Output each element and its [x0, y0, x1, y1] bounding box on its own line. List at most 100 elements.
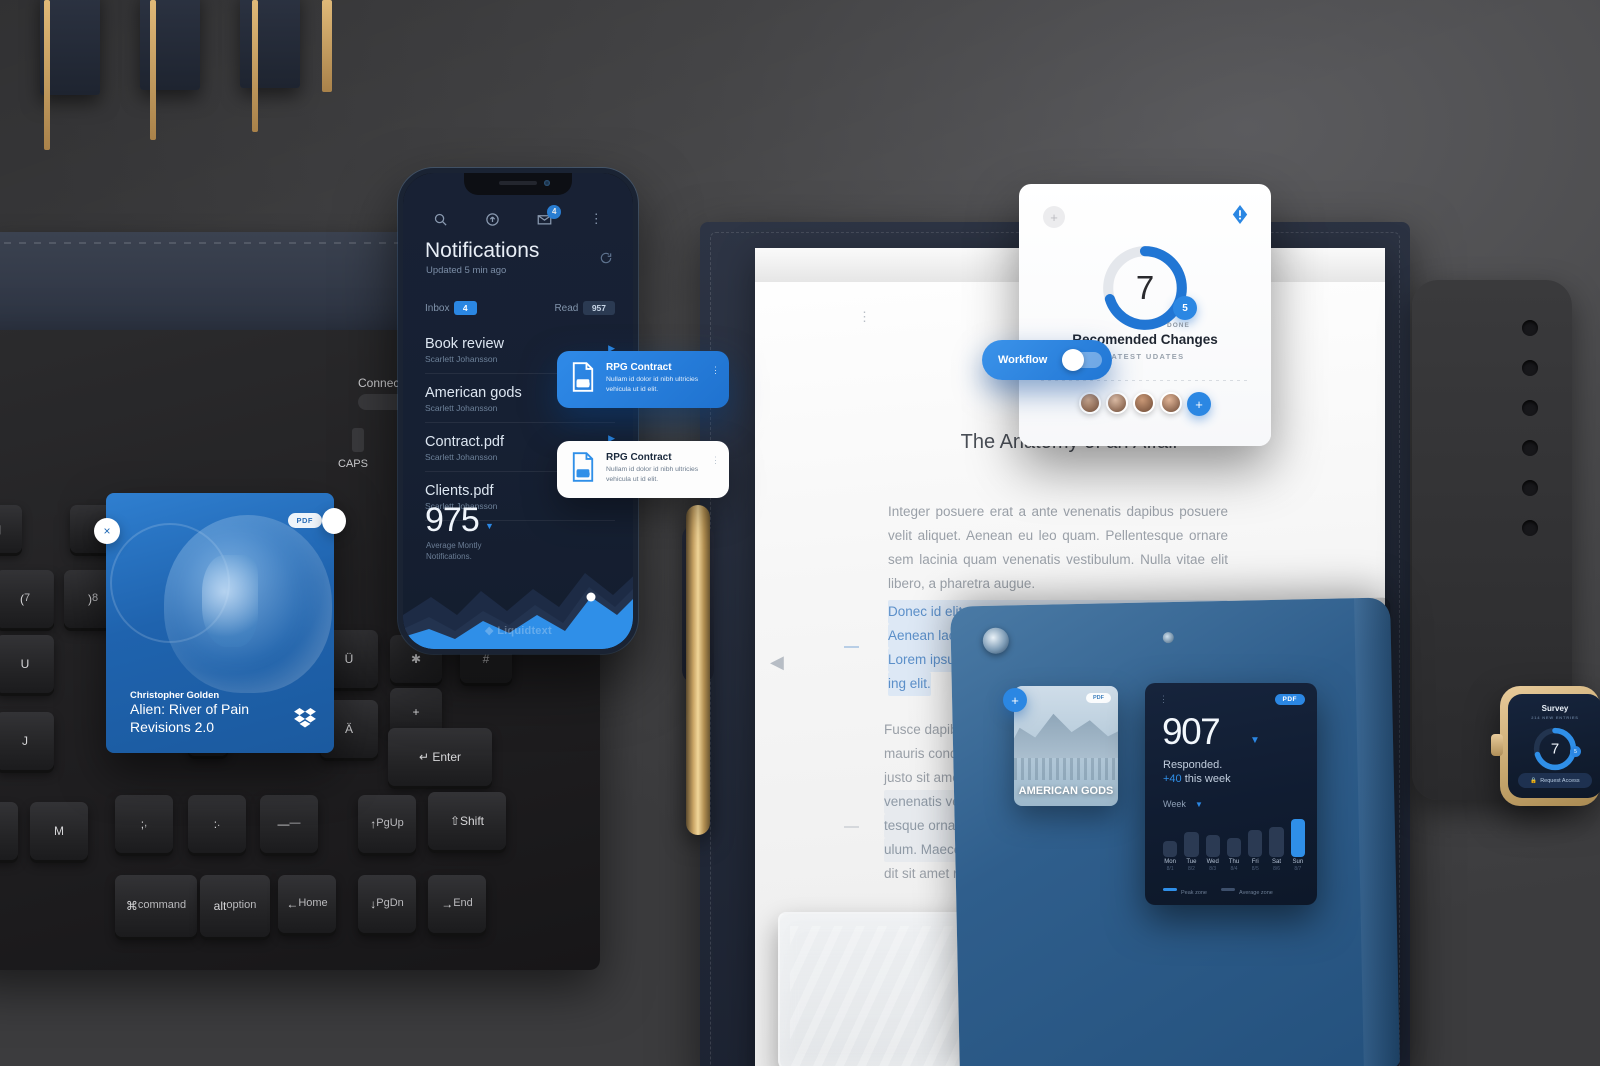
x-tick: Fri 8/5 [1248, 859, 1262, 872]
more-icon[interactable]: ⋮ [590, 212, 603, 226]
avatar[interactable] [1133, 392, 1155, 414]
keyboard-key[interactable]: :. [188, 795, 246, 853]
binder-clip-arm-2 [150, 0, 156, 140]
mountain-image [1014, 713, 1118, 758]
x-tick-label: Sun [1292, 859, 1304, 865]
add-document-button[interactable]: + [1003, 688, 1027, 712]
dropbox-icon [294, 708, 316, 733]
page-prev-arrow[interactable]: ◀ [770, 652, 784, 673]
key-sublabel: . [217, 817, 221, 830]
x-tick: Wed 8/3 [1206, 859, 1220, 872]
keyboard-key[interactable]: ↑ PgUp [358, 795, 416, 853]
keyboard-key[interactable]: ↵ Enter [388, 728, 492, 786]
smartwatch-device[interactable]: Survey 214 NEW ENTRIES 7 5 🔒 Request Acc… [1491, 686, 1600, 806]
bar-chart-legend: Peak zone Average zone [1163, 881, 1305, 899]
request-access-button[interactable]: 🔒 Request Access [1518, 773, 1592, 788]
x-tick-sublabel: 8/1 [1166, 866, 1174, 872]
lock-icon: 🔒 [1530, 777, 1538, 784]
x-tick-sublabel: 8/7 [1294, 866, 1302, 872]
phone-toolbar: 4 ⋮ [403, 204, 633, 233]
page-drag-handle[interactable]: ⋮ [858, 310, 871, 324]
watch-subtitle: 214 NEW ENTRIES [1531, 715, 1579, 720]
keyboard-key[interactable]: ← Home [278, 875, 336, 933]
key-label: + [412, 704, 420, 719]
workflow-label: Workflow [998, 354, 1048, 366]
key-label: → [441, 896, 454, 911]
keyboard-key[interactable]: → End [428, 875, 486, 933]
more-vertical-icon[interactable]: ⋮ [711, 365, 720, 376]
alert-diamond-icon[interactable] [1231, 205, 1249, 229]
toggle-knob[interactable] [1062, 349, 1084, 371]
doc-card-title: RPG Contract [606, 362, 672, 373]
keyboard-key[interactable]: N [0, 802, 18, 860]
keyboard-key[interactable]: ⌘ command [115, 875, 197, 937]
earpiece-speaker [499, 181, 537, 185]
key-sublabel: command [137, 899, 187, 912]
doc-card-desc: Nullam id dolor id nibh ultricies vehicu… [606, 466, 699, 483]
keyboard-key[interactable]: (7 [0, 570, 54, 628]
keyboard-key[interactable]: — — [260, 795, 318, 853]
keyboard-key[interactable]: U [0, 635, 54, 693]
x-tick-label: Fri [1251, 859, 1259, 865]
search-icon[interactable] [433, 212, 448, 227]
avatar[interactable] [1106, 392, 1128, 414]
keyboard-key[interactable]: ;, [115, 795, 173, 853]
keyboard-key[interactable]: alt option [200, 875, 270, 937]
chevron-down-icon[interactable]: ▼ [1195, 800, 1203, 809]
mail-badge: 4 [547, 204, 562, 219]
keyboard-key[interactable]: J [0, 712, 54, 770]
tab-read[interactable]: Read 957 [554, 298, 615, 316]
upload-icon[interactable] [485, 212, 500, 227]
responded-stat-card[interactable]: ⋮ PDF 907 ▼ Responded. +40 this week Wee… [1145, 683, 1317, 905]
document-collapse-marker[interactable]: — [844, 818, 859, 835]
key-label: ✱ [410, 651, 422, 666]
keyboard-key[interactable]: ⇧Shift [428, 792, 506, 850]
key-sublabel: 7 [23, 592, 31, 605]
book-card-next-handle[interactable] [322, 508, 346, 534]
document-collapse-marker[interactable]: — [844, 638, 859, 655]
x-tick: Sat 8/6 [1269, 859, 1283, 872]
book-preview-card[interactable]: PDF Christopher Golden Alien: River of P… [106, 493, 334, 753]
key-sublabel: , [144, 817, 148, 830]
keyboard-key[interactable]: M [30, 802, 88, 860]
workflow-toggle[interactable]: Workflow [982, 340, 1112, 380]
american-gods-card[interactable]: PDF AMERICAN GODS [1014, 686, 1118, 806]
binder-clip-arm-3 [252, 0, 258, 132]
key-sublabel: 8 [91, 592, 99, 605]
bar-chart-x-axis: Mon 8/1 Tue 8/2 Wed 8/3 Thu 8/4 Fri 8/5 Sat 8/6 Sun 8… [1163, 859, 1305, 872]
keyboard-key[interactable]: ◀◀ [0, 505, 22, 553]
phone-screen: 4 ⋮ Notifications Updated 5 min ago Inbo… [403, 173, 633, 649]
svg-text:DOC: DOC [577, 472, 589, 478]
range-label[interactable]: Week [1163, 799, 1186, 809]
keyboard-key[interactable]: ↓ PgDn [358, 875, 416, 933]
add-member-button[interactable]: + [1187, 392, 1211, 416]
toggle-track[interactable] [1062, 349, 1102, 371]
mail-icon[interactable]: 4 [536, 204, 562, 227]
avatar[interactable] [1079, 392, 1101, 414]
more-vertical-icon[interactable]: ⋮ [1159, 694, 1168, 705]
watch-crown[interactable] [1491, 734, 1503, 756]
key-label: Ä [344, 721, 353, 736]
tab-inbox[interactable]: Inbox 4 [425, 298, 477, 316]
svg-text:DOC: DOC [577, 382, 589, 388]
more-vertical-icon[interactable]: ⋮ [711, 455, 720, 466]
list-item-title: Book review [425, 336, 504, 352]
bar [1290, 819, 1305, 857]
x-tick-label: Sat [1272, 859, 1282, 865]
astronaut-face-image [202, 555, 258, 647]
page-title: Notifications [425, 239, 540, 262]
document-body: Integer posuere erat a ante venenatis da… [888, 500, 1228, 596]
recommended-changes-card[interactable]: + 7 5 DONE Recomended Changes LATEST UDA… [1019, 184, 1271, 446]
close-icon[interactable]: × [94, 518, 120, 544]
avatar[interactable] [1160, 392, 1182, 414]
chevron-down-icon[interactable]: ▼ [1250, 735, 1260, 746]
bar [1248, 830, 1263, 857]
add-icon[interactable]: + [1043, 206, 1065, 228]
doc-card-rpg-contract[interactable]: DOC RPG Contract Nullam id dolor id nibh… [557, 441, 729, 498]
smartphone-device[interactable]: 4 ⋮ Notifications Updated 5 min ago Inbo… [398, 168, 638, 654]
doc-card-rpg-contract-active[interactable]: DOC RPG Contract Nullam id dolor id nibh… [557, 351, 729, 408]
bar [1163, 841, 1178, 857]
x-tick-sublabel: 8/6 [1273, 866, 1281, 872]
refresh-icon[interactable] [599, 251, 613, 270]
doc-card-desc: Nullam id dolor id nibh ultricies vehicu… [606, 376, 699, 393]
